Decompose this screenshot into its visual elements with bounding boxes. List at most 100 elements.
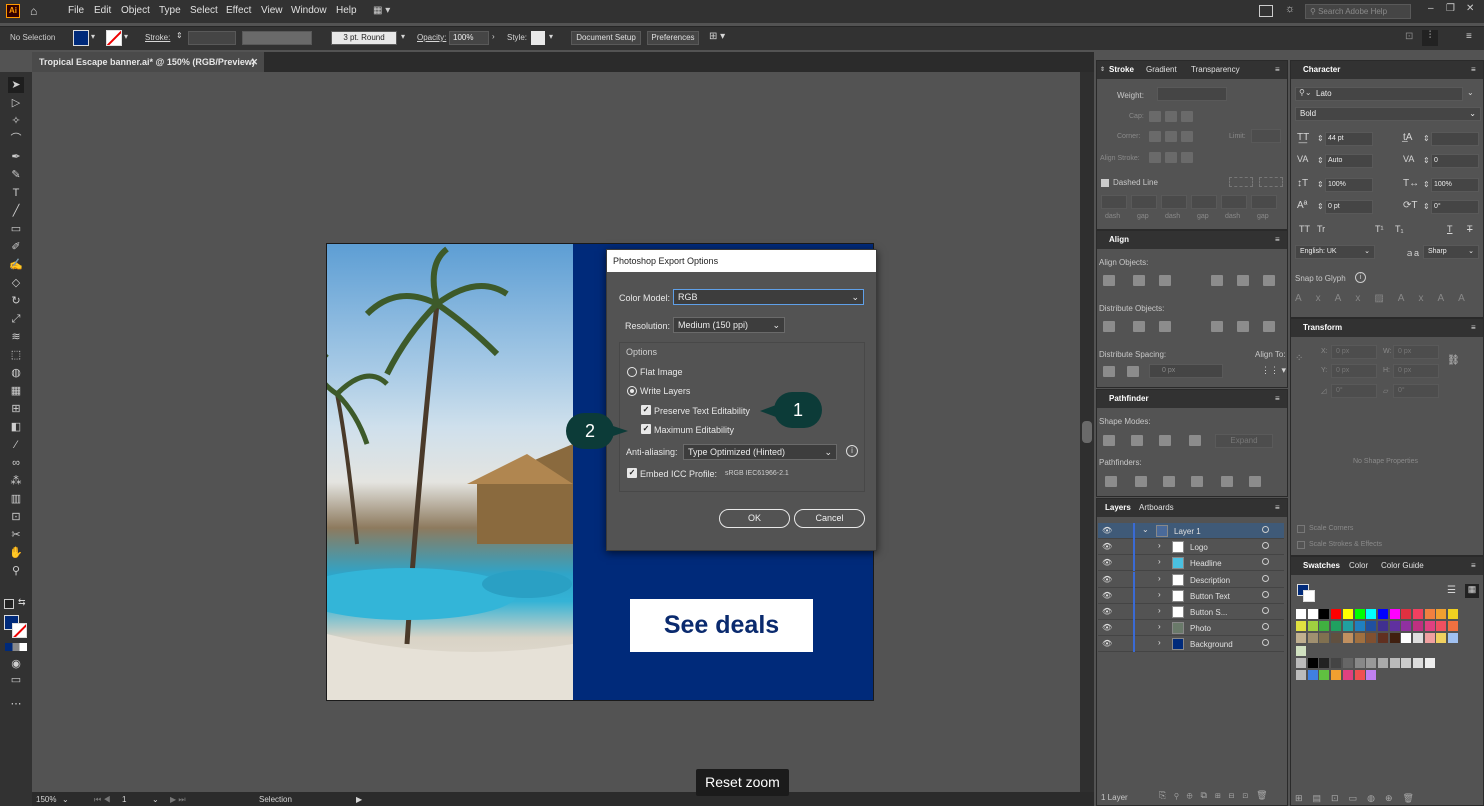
panel-menu-icon[interactable]: ≡ — [1471, 319, 1476, 337]
tab-gradient[interactable]: Gradient — [1146, 61, 1177, 79]
layer-row[interactable]: 👁 ⌄ Layer 1 — [1098, 523, 1284, 539]
miter-join-icon[interactable] — [1149, 131, 1161, 142]
opacity-label[interactable]: Opacity: — [417, 33, 446, 42]
opacity-arrow-icon[interactable]: › — [492, 32, 495, 41]
expand-chevron-icon[interactable]: › — [1158, 622, 1161, 631]
dash-preserve-icon[interactable] — [1229, 177, 1253, 187]
reference-point-icon[interactable]: ⁘ — [1295, 353, 1303, 364]
vscale-stepper-icon[interactable]: ⇕ — [1317, 180, 1324, 189]
scale-strokes-label[interactable]: Scale Strokes & Effects — [1309, 541, 1382, 548]
next-artboard-icon[interactable]: ▶ ⏭ — [170, 795, 186, 805]
font-family-field[interactable]: Lato — [1295, 87, 1463, 101]
arrange-documents-icon[interactable] — [1259, 5, 1273, 17]
color-swatch[interactable] — [1413, 657, 1423, 668]
embed-icc-label[interactable]: Embed ICC Profile: — [640, 469, 717, 479]
selection-tool-icon[interactable]: ➤ — [8, 77, 24, 93]
visibility-eye-icon[interactable]: 👁 — [1102, 623, 1112, 632]
zoom-tool-icon[interactable]: ⚲ — [8, 563, 24, 579]
screen-mode-icon[interactable]: ▭ — [8, 672, 24, 688]
align-right-icon[interactable] — [1159, 275, 1171, 286]
color-swatch[interactable] — [1296, 633, 1306, 644]
expand-chevron-icon[interactable]: › — [1158, 590, 1161, 599]
grid-view-icon[interactable]: ▦ — [1465, 584, 1479, 598]
color-swatch[interactable] — [1342, 670, 1353, 680]
target-icon[interactable] — [1262, 574, 1269, 582]
zoom-level[interactable]: 150% — [36, 795, 56, 804]
color-swatch[interactable] — [1436, 633, 1447, 644]
type-tool-icon[interactable]: T — [8, 185, 24, 201]
color-swatch[interactable] — [1377, 657, 1388, 668]
color-swatch[interactable] — [1401, 609, 1412, 619]
dash-align-icon[interactable] — [1259, 177, 1283, 187]
list-view-icon[interactable]: ☰ — [1447, 585, 1456, 596]
scale-corners-checkbox[interactable] — [1297, 525, 1305, 533]
layer-row[interactable]: 👁 › Button S... — [1098, 604, 1284, 620]
layer-name[interactable]: Button Text — [1190, 592, 1230, 601]
baseline-shift-field[interactable]: 0 pt — [1325, 200, 1373, 214]
font-size-field[interactable]: 44 pt — [1325, 132, 1373, 146]
vertical-spacing-icon[interactable] — [1103, 366, 1115, 377]
reset-zoom-button[interactable]: Reset zoom — [696, 769, 789, 796]
workspace-switcher-icon[interactable]: ▦ ▾ — [373, 5, 399, 17]
drawing-modes-icon[interactable]: ◉ — [8, 656, 24, 672]
color-swatch[interactable] — [1413, 609, 1423, 619]
control-menu-icon[interactable]: ≡ — [1466, 31, 1472, 42]
scale-strokes-checkbox[interactable] — [1297, 541, 1305, 549]
color-swatch[interactable] — [1342, 621, 1353, 632]
color-swatch[interactable] — [1366, 657, 1377, 668]
gap-1-field[interactable] — [1131, 195, 1157, 209]
close-window-icon[interactable]: ✕ — [1466, 3, 1474, 14]
tab-pathfinder[interactable]: Pathfinder — [1103, 390, 1155, 408]
antialias-select[interactable]: Sharp ⌄ — [1423, 245, 1479, 259]
expand-chevron-icon[interactable]: › — [1158, 541, 1161, 550]
stroke-swatch[interactable] — [106, 30, 122, 46]
lasso-tool-icon[interactable]: ⌒ — [8, 131, 24, 147]
variable-width-field[interactable] — [242, 31, 312, 45]
align-to-selection-icon[interactable]: ⋮⋮ ▾ — [1261, 365, 1286, 376]
tab-stroke[interactable]: Stroke — [1103, 61, 1140, 79]
menu-object[interactable]: Object — [121, 5, 150, 16]
opacity-field[interactable]: 100% — [449, 31, 489, 45]
horizontal-scale-field[interactable]: 100% — [1431, 178, 1479, 192]
flat-image-label[interactable]: Flat Image — [640, 367, 683, 377]
blend-tool-icon[interactable]: ∞ — [8, 455, 24, 471]
tab-artboards[interactable]: Artboards — [1139, 499, 1174, 517]
round-join-icon[interactable] — [1165, 131, 1177, 142]
font-style-field[interactable]: Bold ⌄ — [1295, 107, 1481, 121]
eraser-tool-icon[interactable]: ◇ — [8, 275, 24, 291]
snap-info-icon[interactable]: i — [1355, 272, 1366, 283]
default-fill-stroke-icon[interactable] — [4, 599, 14, 609]
hand-tool-icon[interactable]: ✋ — [8, 545, 24, 561]
panel-menu-icon[interactable]: ≡ — [1275, 231, 1280, 249]
first-artboard-icon[interactable]: ⏮ ◀ — [94, 795, 111, 805]
color-swatch[interactable] — [1331, 633, 1342, 644]
lightbulb-icon[interactable]: ☼ — [1285, 3, 1295, 15]
align-vcenter-icon[interactable] — [1237, 275, 1249, 286]
target-icon[interactable] — [1262, 639, 1269, 647]
visibility-eye-icon[interactable]: 👁 — [1102, 639, 1112, 648]
arrange-icon[interactable]: ⊞ ▾ — [709, 31, 725, 42]
dashed-line-label[interactable]: Dashed Line — [1113, 178, 1158, 187]
layers-footer-icons[interactable]: ⎘⚲⊕⧉⊞⊟⊡🗑 — [1159, 790, 1276, 801]
vertical-scale-field[interactable]: 100% — [1325, 178, 1373, 192]
expand-chevron-icon[interactable]: › — [1158, 574, 1161, 583]
color-swatch[interactable] — [1424, 609, 1435, 619]
anti-aliasing-select[interactable]: Type Optimized (Hinted) ⌄ — [683, 444, 837, 460]
tab-transparency[interactable]: Transparency — [1191, 61, 1240, 79]
round-cap-icon[interactable] — [1165, 111, 1177, 122]
layer-name[interactable]: Headline — [1190, 559, 1222, 568]
cancel-button[interactable]: Cancel — [794, 509, 865, 528]
expand-chevron-icon[interactable]: ⌄ — [1142, 525, 1149, 534]
pen-tool-icon[interactable]: ✒ — [8, 149, 24, 165]
artboard-tool-icon[interactable]: ⊡ — [8, 509, 24, 525]
unite-icon[interactable] — [1103, 435, 1115, 446]
y-field[interactable]: 0 px — [1331, 364, 1377, 378]
weight-field[interactable] — [1157, 87, 1227, 101]
color-swatch[interactable] — [1413, 633, 1423, 644]
layer-name[interactable]: Background — [1190, 640, 1233, 649]
stroke-stepper-icon[interactable]: ⇕ — [176, 31, 183, 40]
rectangle-tool-icon[interactable]: ▭ — [8, 221, 24, 237]
panel-menu-icon[interactable]: ≡ — [1275, 61, 1280, 79]
align-outside-stroke-icon[interactable] — [1181, 152, 1193, 163]
menu-window[interactable]: Window — [291, 5, 327, 16]
